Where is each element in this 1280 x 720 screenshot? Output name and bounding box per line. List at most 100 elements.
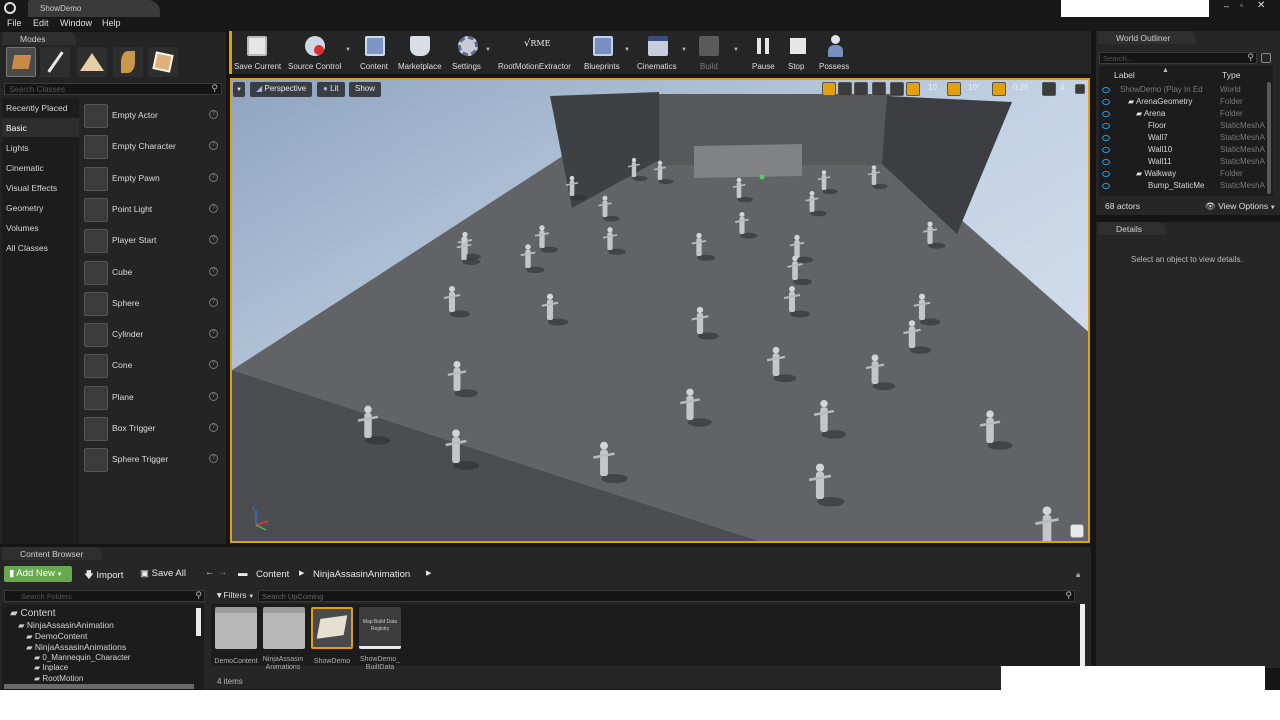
help-icon[interactable]: ? [209, 297, 218, 307]
place-item-empty-pawn[interactable]: Empty Pawn? [84, 164, 224, 192]
place-item-cone[interactable]: Cone? [84, 351, 224, 379]
help-icon[interactable]: ? [209, 454, 218, 464]
outliner-row-label[interactable]: Wall11 [1148, 157, 1220, 169]
details-tab[interactable]: Details [1098, 222, 1166, 235]
class-search-input[interactable]: Search Classes ⚲ [4, 83, 222, 95]
path-expand-icon[interactable]: ▶ [426, 569, 431, 577]
filters-button[interactable]: ▼Filters ▼ [214, 590, 254, 602]
world-space-icon[interactable] [872, 82, 886, 96]
folder-tree-item[interactable]: ▰ NinjaAssasinAnimations [26, 642, 126, 653]
lit-button[interactable]: ● Lit [317, 82, 345, 97]
lock-icon[interactable]: 🔒︎ [1076, 570, 1080, 580]
possess-button[interactable]: Possess [817, 33, 853, 73]
place-item-plane[interactable]: Plane? [84, 383, 224, 411]
surface-snap-icon[interactable] [890, 82, 904, 96]
cinematics-dropdown-icon[interactable]: ▼ [681, 47, 687, 53]
place-item-player-start[interactable]: Player Start? [84, 226, 224, 254]
place-item-cube[interactable]: Cube? [84, 258, 224, 286]
root-motion-extractor-button[interactable]: √RME RootMotionExtractor [496, 33, 578, 73]
visibility-eye-icon[interactable] [1102, 87, 1110, 93]
modes-tab[interactable]: Modes [2, 32, 76, 45]
scale-snap-icon[interactable] [992, 82, 1006, 96]
level-viewport[interactable]: z x [230, 78, 1090, 543]
place-item-cylinder[interactable]: Cylinder? [84, 320, 224, 348]
blueprints-button[interactable]: Blueprints [582, 33, 624, 73]
category-volumes[interactable]: Volumes [6, 223, 39, 233]
outliner-column-type[interactable]: Type [1222, 70, 1240, 80]
outliner-search-input[interactable]: Search... ⚲ [1099, 52, 1257, 64]
translate-tool-icon[interactable] [822, 82, 836, 96]
foliage-mode-icon[interactable] [113, 47, 143, 77]
help-icon[interactable]: ? [209, 172, 218, 182]
folder-search-input[interactable]: Search Folders ⚲ [4, 590, 205, 602]
help-icon[interactable]: ? [209, 235, 218, 245]
visibility-eye-icon[interactable] [1102, 147, 1110, 153]
import-button[interactable]: 🡇 Import [84, 568, 123, 584]
viewport-scene[interactable]: z x [232, 80, 1090, 543]
place-item-sphere[interactable]: Sphere? [84, 289, 224, 317]
source-control-button[interactable]: Source Control [285, 33, 345, 73]
asset-folder-democontent[interactable] [215, 607, 257, 649]
menu-file[interactable]: File [7, 18, 22, 28]
visibility-eye-icon[interactable] [1102, 159, 1110, 165]
unreal-logo-icon[interactable] [4, 2, 16, 14]
stop-button[interactable]: Stop [784, 33, 812, 73]
visibility-eye-icon[interactable] [1102, 135, 1110, 141]
content-button[interactable]: Content [357, 33, 393, 73]
world-outliner-tab[interactable]: World Outliner [1098, 31, 1196, 44]
category-recently-placed[interactable]: Recently Placed [6, 103, 67, 113]
rotate-tool-icon[interactable] [838, 82, 852, 96]
geometry-mode-icon[interactable] [148, 47, 178, 77]
asset-view-scrollbar[interactable] [1080, 604, 1085, 666]
landscape-mode-icon[interactable] [77, 47, 107, 77]
back-arrow-icon[interactable]: ← [205, 567, 215, 578]
help-icon[interactable]: ? [209, 391, 218, 401]
pause-button[interactable]: Pause [748, 33, 778, 73]
minimize-icon[interactable]: – [1224, 1, 1229, 11]
level-tab[interactable]: ShowDemo [28, 0, 160, 17]
visibility-eye-icon[interactable] [1102, 123, 1110, 129]
rotation-snap-value[interactable]: 10° [968, 83, 980, 92]
outliner-row-label[interactable]: Wall10 [1148, 145, 1220, 157]
content-browser-tab[interactable]: Content Browser [2, 547, 102, 560]
folder-tree-scrollbar[interactable] [196, 608, 201, 636]
maximize-icon[interactable]: ▫ [1240, 1, 1243, 10]
visibility-eye-icon[interactable] [1102, 171, 1110, 177]
category-geometry[interactable]: Geometry [6, 203, 43, 213]
build-dropdown-icon[interactable]: ▼ [733, 47, 739, 53]
grid-snap-value[interactable]: 10 [928, 83, 937, 92]
grid-snap-icon[interactable] [906, 82, 920, 96]
asset-showdemo-builtdata[interactable]: Map Build Data Registry [359, 607, 401, 649]
menu-help[interactable]: Help [102, 18, 121, 28]
marketplace-button[interactable]: Marketplace [396, 33, 444, 73]
view-options-dropdown[interactable]: 👁 View Options ▼ [1205, 201, 1276, 212]
folder-tree-item[interactable]: ▰ DemoContent [26, 631, 87, 642]
category-visual-effects[interactable]: Visual Effects [6, 183, 57, 193]
source-control-dropdown-icon[interactable]: ▼ [345, 47, 351, 53]
rotation-snap-icon[interactable] [947, 82, 961, 96]
path-content[interactable]: Content [256, 569, 289, 580]
category-cinematic[interactable]: Cinematic [6, 163, 44, 173]
visibility-eye-icon[interactable] [1102, 111, 1110, 117]
place-mode-icon[interactable] [6, 47, 36, 77]
outliner-row-label[interactable]: ShowDemo (Play In Ed [1120, 85, 1220, 97]
path-ninja-assasin-animation[interactable]: NinjaAssasinAnimation [313, 569, 410, 580]
save-all-button[interactable]: ▣ Save All [140, 568, 186, 579]
category-lights[interactable]: Lights [6, 143, 29, 153]
folder-tree-item[interactable]: ▰ RootMotion [34, 674, 83, 683]
outliner-settings-icon[interactable] [1261, 53, 1271, 63]
folder-tree-hscrollbar[interactable] [4, 684, 194, 689]
asset-folder-ninjaassasin-animations[interactable] [263, 607, 305, 649]
maximize-viewport-icon[interactable] [1075, 84, 1085, 94]
folder-tree-item[interactable]: ▰ Content [10, 608, 56, 619]
scale-snap-value[interactable]: 0.25 [1013, 83, 1029, 92]
outliner-row-label[interactable]: ▰ Arena [1136, 109, 1220, 121]
viewport-corner-icon[interactable] [1070, 524, 1084, 538]
camera-speed-icon[interactable] [1042, 82, 1056, 96]
outliner-column-label[interactable]: Label [1114, 70, 1135, 80]
save-current-button[interactable]: Save Current [232, 33, 282, 73]
settings-dropdown-icon[interactable]: ▼ [485, 47, 491, 53]
viewport-options-button[interactable]: ▼ [233, 82, 245, 97]
visibility-eye-icon[interactable] [1102, 99, 1110, 105]
cinematics-button[interactable]: Cinematics [635, 33, 681, 73]
